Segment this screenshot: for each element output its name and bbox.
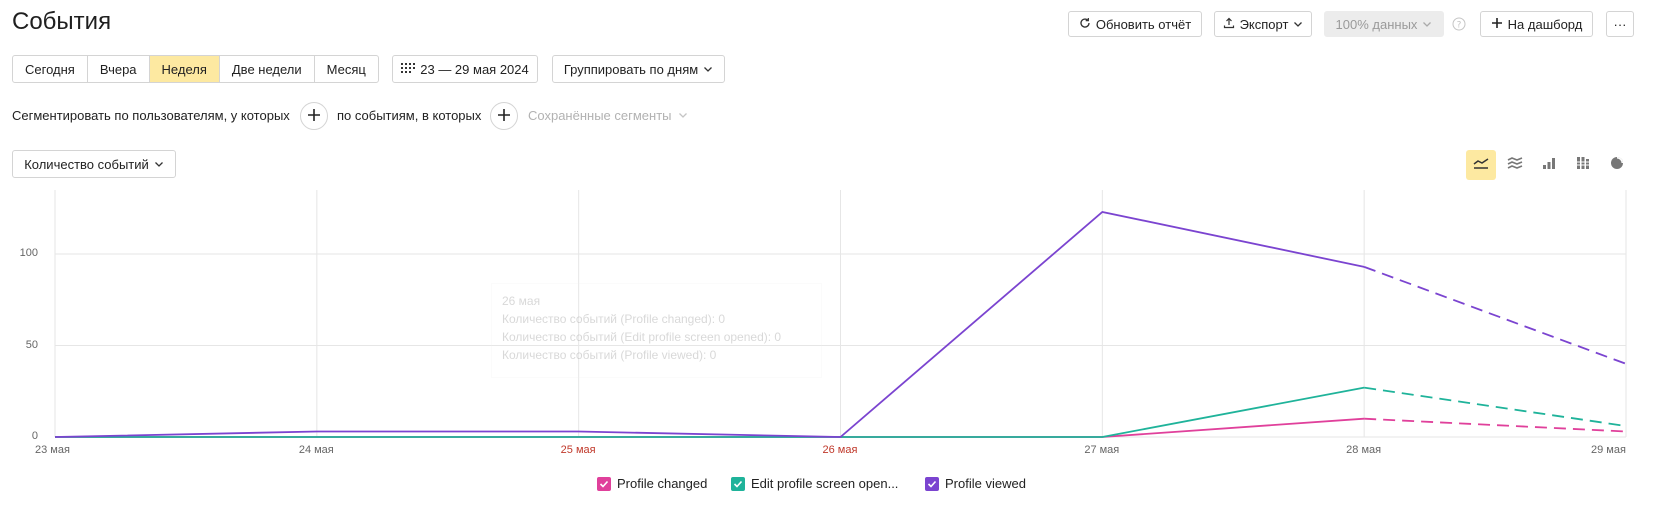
chevron-down-icon	[703, 62, 713, 77]
y-tick-label: 100	[19, 247, 38, 260]
tooltip-line: Количество событий (Profile viewed): 0	[502, 348, 717, 362]
series-line-1	[55, 386, 1365, 438]
x-tick-label: 26 мая	[822, 444, 858, 456]
view-pie-button[interactable]	[1602, 150, 1632, 180]
x-tick-label: 29 мая	[1591, 444, 1626, 456]
upload-icon	[1223, 17, 1235, 32]
x-tick-label: 27 мая	[1084, 444, 1120, 456]
calendar-icon	[401, 62, 416, 77]
legend-label: Profile changed	[617, 476, 708, 491]
page-title: События	[12, 8, 112, 35]
series-line-incomplete-2	[1363, 266, 1627, 365]
plus-icon	[497, 105, 511, 128]
export-label: Экспорт	[1239, 16, 1289, 32]
period-two-weeks[interactable]: Две недели	[220, 56, 315, 82]
stacked-area-icon	[1507, 156, 1523, 175]
refresh-label: Обновить отчёт	[1095, 16, 1192, 32]
refresh-icon	[1079, 17, 1091, 32]
x-tick-label: 24 мая	[298, 444, 334, 456]
legend-label: Edit profile screen open...	[751, 476, 899, 491]
metric-label: Количество событий	[24, 156, 149, 172]
legend-item-edit-profile-screen[interactable]: Edit profile screen open...	[731, 476, 898, 491]
y-tick-label: 0	[31, 430, 38, 442]
period-selector: Сегодня Вчера Неделя Две недели Месяц	[12, 55, 379, 83]
add-to-dashboard-button[interactable]: На дашборд	[1480, 11, 1593, 37]
checkbox-checked-icon	[925, 476, 939, 491]
period-month[interactable]: Месяц	[315, 56, 378, 82]
legend-item-profile-viewed[interactable]: Profile viewed	[925, 476, 1026, 491]
plus-icon	[1491, 17, 1503, 32]
group-by-select[interactable]: Группировать по дням	[552, 55, 725, 83]
add-user-segment-button[interactable]	[300, 102, 328, 130]
x-tick-label: 28 мая	[1346, 444, 1382, 456]
legend-label: Profile viewed	[945, 476, 1026, 491]
segment-events-label: по событиям, в которых	[337, 108, 482, 123]
series-line-incomplete-0	[1364, 417, 1627, 433]
plus-icon	[307, 105, 321, 128]
checkbox-checked-icon	[597, 476, 611, 491]
refresh-report-button[interactable]: Обновить отчёт	[1068, 11, 1202, 37]
chevron-down-icon	[678, 108, 688, 123]
data-sampling-label: 100% данных	[1335, 16, 1418, 32]
events-line-chart	[54, 190, 1627, 438]
dashboard-label: На дашборд	[1507, 16, 1583, 32]
tooltip-line: Количество событий (Edit profile screen …	[502, 330, 782, 344]
data-sampling-select[interactable]: 100% данных	[1324, 11, 1444, 37]
view-line-button[interactable]	[1466, 150, 1496, 180]
group-by-label: Группировать по дням	[563, 61, 699, 77]
view-stacked-bar-button[interactable]	[1568, 150, 1598, 180]
more-icon: ···	[1613, 16, 1627, 32]
svg-text:?: ?	[1457, 21, 1462, 31]
pie-chart-icon	[1610, 156, 1624, 175]
line-chart-icon	[1473, 156, 1489, 174]
more-options-button[interactable]: ···	[1606, 11, 1634, 37]
date-range-picker[interactable]: 23 — 29 мая 2024	[392, 55, 538, 83]
x-tick-label: 23 мая	[35, 444, 70, 456]
period-yesterday[interactable]: Вчера	[88, 56, 150, 82]
add-event-segment-button[interactable]	[490, 102, 518, 130]
stacked-bar-icon	[1576, 156, 1590, 175]
saved-segments-label: Сохранённые сегменты	[528, 108, 672, 123]
tooltip-line: Количество событий (Profile changed): 0	[502, 312, 726, 326]
bar-chart-icon	[1542, 156, 1556, 175]
view-bar-button[interactable]	[1534, 150, 1564, 180]
metric-select[interactable]: Количество событий	[12, 150, 176, 178]
period-week[interactable]: Неделя	[149, 56, 220, 82]
checkbox-checked-icon	[731, 476, 745, 491]
x-tick-label: 25 мая	[560, 444, 596, 456]
chevron-down-icon	[154, 157, 164, 172]
chevron-down-icon	[1422, 17, 1432, 32]
legend-item-profile-changed[interactable]: Profile changed	[597, 476, 707, 491]
chart-tooltip: 26 мая Количество событий (Profile chang…	[491, 283, 822, 378]
export-button[interactable]: Экспорт	[1214, 11, 1312, 37]
date-range-label: 23 — 29 мая 2024	[420, 61, 529, 77]
help-icon[interactable]: ?	[1452, 17, 1466, 36]
y-tick-label: 50	[25, 338, 38, 351]
segment-users-label: Сегментировать по пользователям, у котор…	[12, 108, 290, 123]
tooltip-date: 26 мая	[502, 294, 541, 308]
view-stacked-area-button[interactable]	[1500, 150, 1530, 180]
chevron-down-icon	[1293, 17, 1303, 32]
period-today[interactable]: Сегодня	[13, 56, 88, 82]
saved-segments-select[interactable]: Сохранённые сегменты	[528, 108, 688, 123]
